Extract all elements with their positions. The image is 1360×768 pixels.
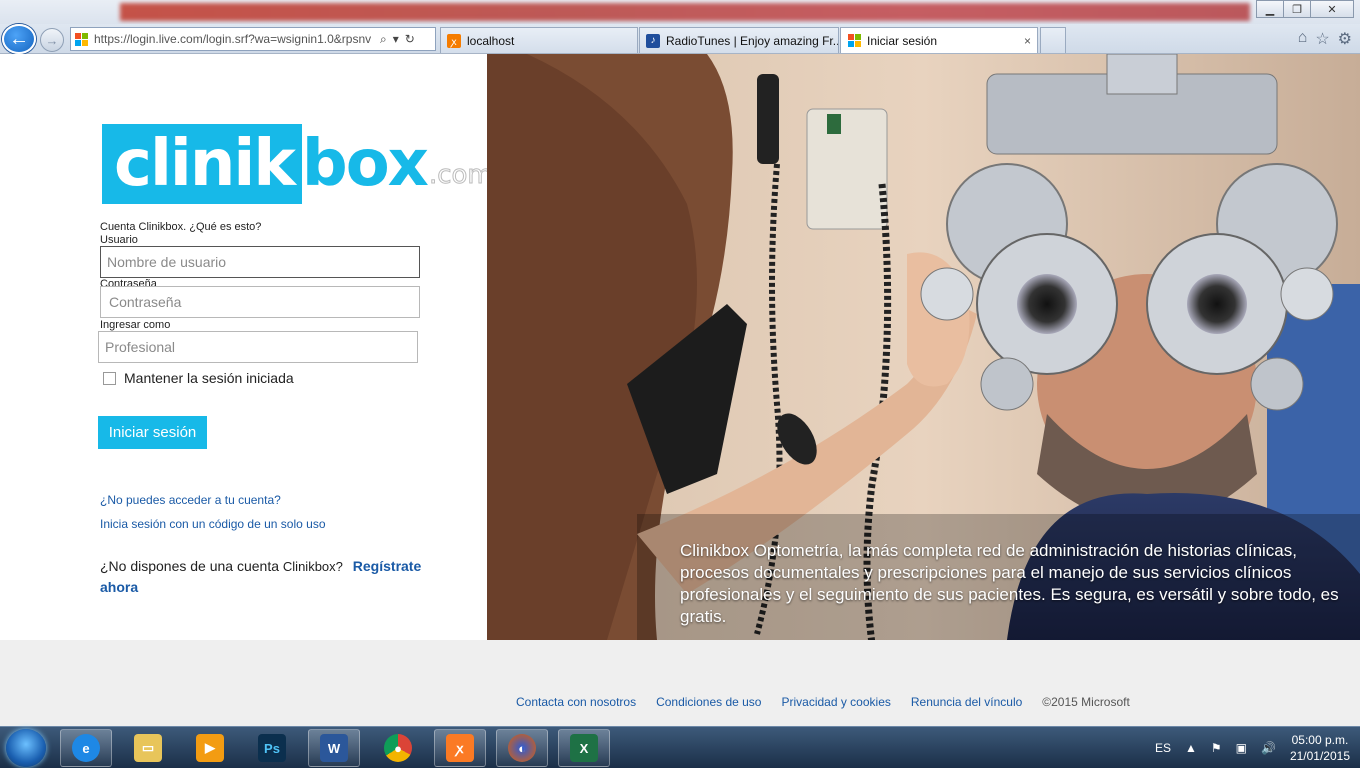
window-titlebar: ▁ ❐ ✕ [0,0,1360,24]
login-panel: clinik box .com Cuenta Clinikbox. ¿Qué e… [0,54,493,640]
action-center-flag-icon[interactable]: ⚑ [1211,741,1222,755]
hero-image: Clinikbox Optometría, la más completa re… [487,54,1360,640]
hero-description: Clinikbox Optometría, la más completa re… [680,541,1339,626]
browser-navbar: ← → https://login.live.com/login.srf?wa=… [0,24,1360,54]
address-text[interactable]: https://login.live.com/login.srf?wa=wsig… [94,32,376,46]
tab-localhost[interactable]: ꭗ localhost [440,27,638,53]
excel-taskbar-button[interactable]: X [558,729,610,767]
xampp-icon: ꭗ [447,33,461,48]
privacy-link[interactable]: Privacidad y cookies [781,695,890,709]
microsoft-icon [847,34,861,48]
password-input[interactable] [100,286,420,318]
new-tab-button[interactable] [1040,27,1066,53]
window-controls: ▁ ❐ ✕ [1256,0,1354,18]
browser-tools: ⌂ ☆ ⚙ [1298,29,1352,49]
logo-part2: box [301,127,429,201]
tab-label: localhost [467,33,515,48]
xampp-taskbar-button[interactable]: ꭗ [434,729,486,767]
file-explorer-taskbar-button[interactable]: ▭ [122,729,174,767]
no-account-brand: Clinikbox? [282,559,343,574]
address-bar[interactable]: https://login.live.com/login.srf?wa=wsig… [70,27,436,51]
chrome-taskbar-button[interactable]: ● [372,729,424,767]
folder-icon: ▭ [134,734,162,762]
logo-part1: clinik [114,127,296,201]
close-tab-icon[interactable]: × [1024,34,1031,48]
radiotunes-icon: ♪ [646,33,660,48]
role-input[interactable] [98,331,418,363]
clock-date: 21/01/2015 [1289,749,1350,763]
disclaimer-link[interactable]: Renuncia del vínculo [911,695,1022,709]
footer: Contacta con nosotros Condiciones de uso… [0,640,1360,726]
photoshop-icon: Ps [258,734,286,762]
media-player-taskbar-button[interactable]: ▶ [184,729,236,767]
clock-time: 05:00 p.m. [1291,733,1349,747]
account-hint: Cuenta Clinikbox. ¿Qué es esto? [100,221,262,233]
footer-links: Contacta con nosotros Condiciones de uso… [516,695,1130,709]
gear-icon[interactable]: ⚙ [1338,29,1352,49]
window-title-redacted [120,3,1250,21]
internet-explorer-icon: e [72,734,100,762]
network-icon[interactable]: ▣ [1236,741,1247,755]
internet-explorer-taskbar-button[interactable]: e [60,729,112,767]
search-icon[interactable]: ⌕ [380,32,387,47]
tab-label: Iniciar sesión [867,33,938,48]
terms-link[interactable]: Condiciones de uso [656,695,761,709]
user-label: Usuario [100,234,138,246]
restore-button[interactable]: ❐ [1283,0,1311,18]
word-taskbar-button[interactable]: W [308,729,360,767]
word-icon: W [320,734,348,762]
system-tray: ES ▲ ⚑ ▣ 🔊 05:00 p.m. 21/01/2015 [1155,727,1350,768]
firefox-icon: ◐ [508,734,536,762]
xampp-icon: ꭗ [446,734,474,762]
show-hidden-icons-icon[interactable]: ▲ [1185,741,1197,755]
language-indicator[interactable]: ES [1155,741,1171,755]
cant-access-link[interactable]: ¿No puedes acceder a tu cuenta? [100,493,281,507]
copyright: ©2015 Microsoft [1042,695,1130,709]
media-player-icon: ▶ [196,734,224,762]
firefox-taskbar-button[interactable]: ◐ [496,729,548,767]
minimize-button[interactable]: ▁ [1256,0,1284,18]
no-account-text: ¿No dispones de una cuenta [100,558,280,574]
tab-label: RadioTunes | Enjoy amazing Fr... [666,33,839,48]
chrome-icon: ● [384,734,412,762]
keep-signed-in-label: Mantener la sesión iniciada [124,370,294,386]
username-input[interactable] [100,246,420,278]
keep-signed-in-row[interactable]: Mantener la sesión iniciada [103,370,294,386]
keep-signed-in-checkbox[interactable] [103,371,116,385]
microsoft-icon [75,32,88,46]
one-time-code-link[interactable]: Inicia sesión con un código de un solo u… [100,517,326,531]
favorites-star-icon[interactable]: ☆ [1315,29,1329,49]
clinikbox-logo: clinik box .com [102,124,493,204]
start-button[interactable] [6,729,46,767]
contact-link[interactable]: Contacta con nosotros [516,695,636,709]
tab-radiotunes[interactable]: ♪ RadioTunes | Enjoy amazing Fr... [639,27,839,53]
refresh-icon[interactable]: ↻ [405,32,415,47]
no-account-row: ¿No dispones de una cuenta Clinikbox? Re… [100,556,430,597]
dropdown-icon[interactable]: ▾ [393,32,399,47]
tab-iniciar-sesion[interactable]: Iniciar sesión × [840,27,1038,53]
signin-button[interactable]: Iniciar sesión [98,416,207,449]
home-icon[interactable]: ⌂ [1298,29,1308,49]
back-button[interactable]: ← [2,24,36,54]
photoshop-taskbar-button[interactable]: Ps [246,729,298,767]
volume-icon[interactable]: 🔊 [1261,741,1276,755]
close-window-button[interactable]: ✕ [1310,0,1354,18]
clock[interactable]: 05:00 p.m. 21/01/2015 [1290,732,1350,764]
role-label: Ingresar como [100,319,171,331]
excel-icon: X [570,734,598,762]
forward-button[interactable]: → [40,28,64,52]
windows-taskbar: e ▭ ▶ Ps W ● ꭗ ◐ X ES ▲ ⚑ ▣ 🔊 05:00 p.m.… [0,726,1360,768]
page-content: clinik box .com Cuenta Clinikbox. ¿Qué e… [0,54,1360,726]
logo-suffix: .com [428,160,493,191]
